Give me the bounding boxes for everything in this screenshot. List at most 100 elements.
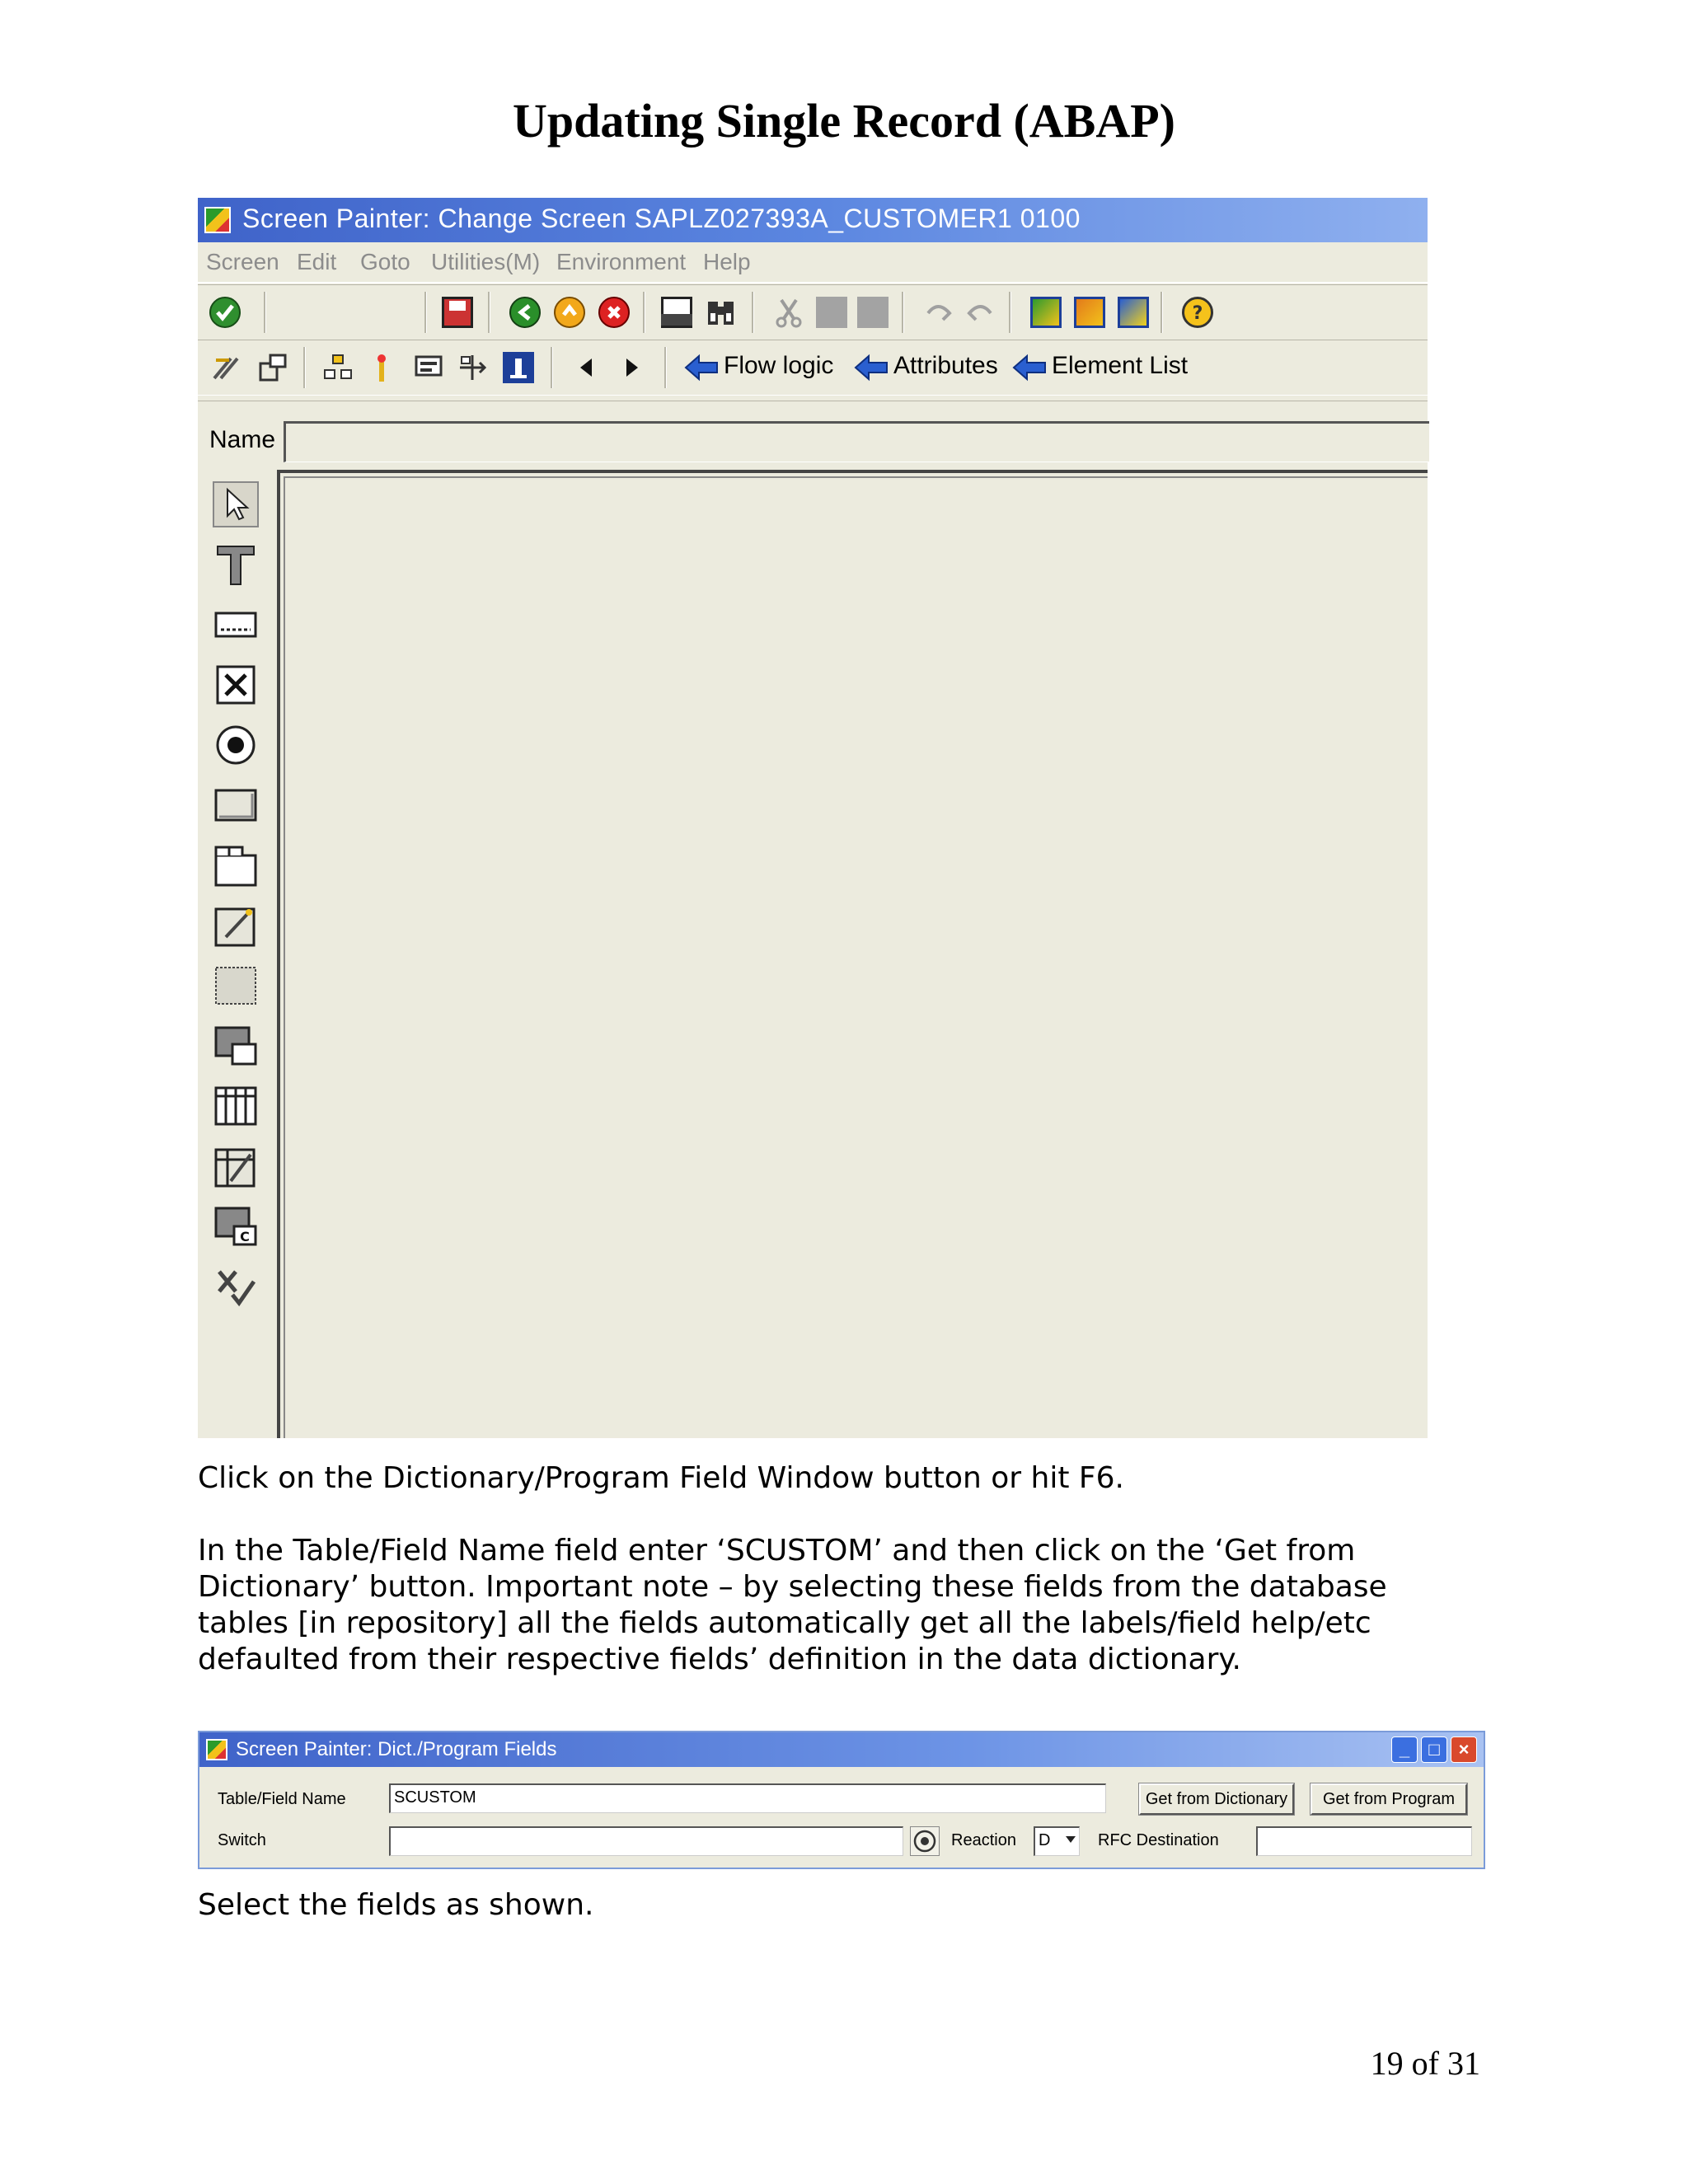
dialog-title: Screen Painter: Dict./Program Fields: [236, 1738, 557, 1760]
menu-edit[interactable]: Edit: [297, 249, 336, 275]
toolbar-separator: [902, 292, 904, 333]
exit-icon[interactable]: [554, 297, 585, 328]
name-label: Name: [209, 426, 276, 453]
toolbar-separator: [551, 347, 553, 388]
screen-painter-window: Screen Painter: Change Screen SAPLZ02739…: [198, 198, 1429, 1438]
svg-text:?: ?: [1193, 303, 1203, 324]
toolbar-separator: [643, 292, 645, 333]
table-control-wizard-icon[interactable]: [213, 1143, 259, 1189]
svg-text:C: C: [240, 1229, 250, 1244]
next-arrow-icon[interactable]: [617, 352, 648, 383]
element-list-link[interactable]: Element List: [1052, 352, 1188, 380]
window-title-bar: Screen Painter: Change Screen SAPLZ02739…: [198, 198, 1428, 242]
information-icon[interactable]: [503, 352, 534, 383]
tabstrip-wizard-icon[interactable]: [213, 902, 259, 949]
display-change-icon[interactable]: [257, 352, 288, 383]
page-title: Updating Single Record (ABAP): [513, 94, 1175, 148]
switch-toggle-icon: [913, 1830, 936, 1853]
other-screen-icon[interactable]: [211, 352, 242, 383]
table-field-name-label: Table/Field Name: [218, 1790, 346, 1808]
help-icon[interactable]: ?: [1182, 297, 1213, 328]
back-icon[interactable]: [509, 297, 541, 328]
cut-icon: [773, 297, 804, 328]
reaction-select[interactable]: D: [1034, 1826, 1080, 1856]
toolbar-separator: [1009, 292, 1011, 333]
paste-icon: [857, 297, 889, 328]
attributes-link[interactable]: Attributes: [893, 352, 998, 380]
rfc-destination-input[interactable]: [1256, 1826, 1472, 1856]
toolbar-separator: [752, 292, 754, 333]
table-control-icon[interactable]: [213, 1083, 259, 1129]
close-button[interactable]: ×: [1451, 1736, 1477, 1763]
page-number: 19 of 31: [1370, 2045, 1480, 2082]
tabstrip-icon[interactable]: [213, 842, 259, 888]
instruction-paragraph-1: Click on the Dictionary/Program Field Wi…: [198, 1461, 1124, 1495]
layout-canvas[interactable]: [277, 470, 1428, 1438]
copy-icon: [816, 297, 847, 328]
menu-help[interactable]: Help: [703, 249, 751, 275]
menu-screen[interactable]: Screen: [206, 249, 279, 275]
hierarchy-icon[interactable]: [321, 352, 353, 383]
input-field-icon[interactable]: [213, 602, 259, 648]
select-pointer-icon[interactable]: [213, 481, 259, 527]
toolbar-separator: [424, 292, 427, 333]
next-page-icon[interactable]: [1118, 297, 1149, 328]
chevron-down-icon: [1066, 1836, 1076, 1843]
minimize-button[interactable]: _: [1391, 1736, 1418, 1763]
enter-check-icon[interactable]: [209, 297, 241, 328]
dictionary-program-fields-icon[interactable]: [457, 352, 488, 383]
name-row: Name: [198, 401, 1429, 471]
layout-editor-icon[interactable]: [414, 352, 445, 383]
element-palette: C: [198, 473, 277, 1438]
menu-utilities[interactable]: Utilities(M): [431, 249, 540, 275]
find-icon[interactable]: [706, 297, 737, 328]
text-field-icon[interactable]: [213, 541, 259, 588]
attributes-arrow-icon: [854, 354, 889, 382]
box-icon[interactable]: [213, 963, 259, 1009]
switch-input[interactable]: [389, 1826, 903, 1856]
radio-button-icon[interactable]: [213, 722, 259, 768]
pushbutton-icon[interactable]: [213, 782, 259, 828]
reaction-label: Reaction: [951, 1831, 1016, 1849]
reaction-value: D: [1039, 1831, 1051, 1849]
switch-toggle-button[interactable]: [910, 1826, 940, 1856]
sap-app-icon: [204, 207, 231, 233]
get-from-dictionary-button[interactable]: Get from Dictionary: [1138, 1783, 1295, 1816]
maximize-button[interactable]: □: [1421, 1736, 1447, 1763]
previous-page-icon[interactable]: [1074, 297, 1105, 328]
save-icon[interactable]: [442, 297, 473, 328]
instruction-paragraph-2: In the Table/Field Name field enter ‘SCU…: [198, 1534, 1387, 1676]
status-icon-tool-icon[interactable]: [213, 1263, 259, 1310]
toolbar-separator: [488, 292, 490, 333]
toolbar-separator: [664, 347, 667, 388]
subscreen-icon[interactable]: [213, 1023, 259, 1069]
first-page-icon[interactable]: [1030, 297, 1062, 328]
toolbar-separator: [1160, 292, 1163, 333]
standard-toolbar: ?: [198, 284, 1428, 340]
toolbar-separator: [303, 347, 306, 388]
dialog-title-bar: Screen Painter: Dict./Program Fields _ □…: [199, 1732, 1484, 1767]
window-title: Screen Painter: Change Screen SAPLZ02739…: [242, 204, 1081, 233]
checkbox-icon[interactable]: [213, 662, 259, 708]
redo-icon: [964, 297, 996, 328]
previous-arrow-icon[interactable]: [570, 352, 602, 383]
rfc-destination-label: RFC Destination: [1098, 1831, 1219, 1849]
menu-environment[interactable]: Environment: [556, 249, 686, 275]
get-from-program-button[interactable]: Get from Program: [1310, 1783, 1468, 1816]
flow-logic-link[interactable]: Flow logic: [724, 352, 833, 380]
custom-control-icon[interactable]: C: [213, 1203, 259, 1249]
table-field-name-input[interactable]: SCUSTOM: [389, 1783, 1106, 1813]
application-toolbar: Flow logic Attributes Element List: [198, 340, 1428, 396]
close-icon: ×: [1458, 1739, 1470, 1760]
element-list-arrow-icon: [1012, 354, 1047, 382]
menu-goto[interactable]: Goto: [360, 249, 410, 275]
activate-icon[interactable]: [366, 352, 397, 383]
sap-app-icon: [206, 1739, 227, 1760]
minimize-icon: _: [1399, 1739, 1410, 1760]
print-icon[interactable]: [661, 297, 692, 328]
name-input[interactable]: [284, 421, 1429, 462]
switch-label: Switch: [218, 1831, 266, 1849]
toolbar-separator: [264, 292, 266, 333]
cancel-icon[interactable]: [598, 297, 630, 328]
dict-program-fields-window: Screen Painter: Dict./Program Fields _ □…: [198, 1731, 1485, 1869]
